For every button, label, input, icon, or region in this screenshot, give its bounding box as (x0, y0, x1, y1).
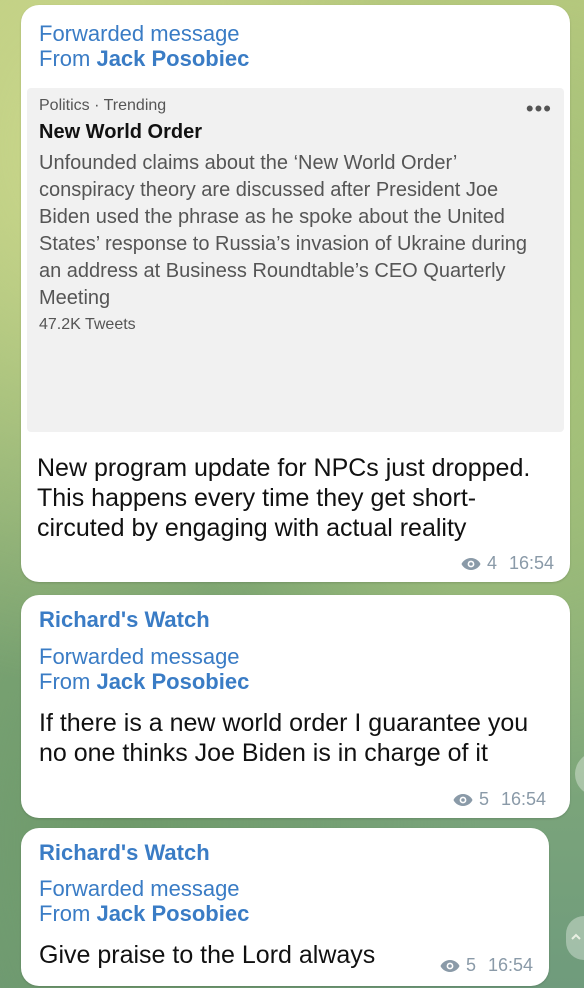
forwarded-header[interactable]: Forwarded message From Jack Posobiec (39, 644, 249, 694)
views-icon (453, 793, 473, 807)
forwarded-header[interactable]: Forwarded message From Jack Posobiec (39, 21, 249, 71)
from-prefix: From (39, 669, 91, 694)
forwarded-header[interactable]: Forwarded message From Jack Posobiec (39, 876, 249, 926)
from-prefix: From (39, 46, 91, 71)
views-count: 5 (478, 789, 489, 809)
channel-name[interactable]: Richard's Watch (39, 840, 210, 866)
message-text: Give praise to the Lord always (39, 941, 376, 969)
card-body: Unfounded claims about the ‘New World Or… (39, 152, 528, 309)
message-text: If there is a new world order I guarante… (39, 709, 529, 767)
message-bubble[interactable]: Forwarded message From Jack Posobiec Pol… (21, 5, 570, 582)
scroll-down-button[interactable] (566, 916, 584, 960)
from-name[interactable]: Jack Posobiec (96, 669, 249, 694)
card-title: New World Order (39, 121, 202, 143)
more-options-icon[interactable]: ••• (526, 96, 552, 122)
forwarded-label: Forwarded message (39, 21, 240, 46)
forwarded-label: Forwarded message (39, 644, 240, 669)
message-time: 16:54 (487, 955, 533, 975)
views-count: 5 (465, 955, 476, 975)
forwarded-from[interactable]: From Jack Posobiec (39, 669, 249, 694)
message-time: 16:54 (500, 789, 546, 809)
card-category: Politics · Trending (39, 97, 167, 114)
share-button[interactable] (575, 752, 584, 796)
card-tweet-count: 47.2K Tweets (39, 316, 136, 333)
from-prefix: From (39, 901, 91, 926)
views-icon (440, 959, 460, 973)
trending-card[interactable]: Politics · Trending New World Order Unfo… (27, 88, 564, 432)
forwarded-from[interactable]: From Jack Posobiec (39, 901, 249, 926)
forwarded-label: Forwarded message (39, 876, 240, 901)
views-icon (461, 557, 481, 571)
from-name[interactable]: Jack Posobiec (96, 901, 249, 926)
views-count: 4 (486, 553, 497, 573)
message-meta: 5 16:54 (453, 789, 546, 810)
message-meta: 5 16:54 (440, 955, 533, 976)
from-name[interactable]: Jack Posobiec (96, 46, 249, 71)
message-meta: 4 16:54 (461, 553, 554, 574)
message-time: 16:54 (508, 553, 554, 573)
message-bubble[interactable]: Richard's Watch Forwarded message From J… (21, 828, 549, 986)
channel-name[interactable]: Richard's Watch (39, 607, 210, 633)
chevron-up-icon (570, 930, 582, 948)
forwarded-from[interactable]: From Jack Posobiec (39, 46, 249, 71)
message-text: New program update for NPCs just dropped… (37, 454, 531, 542)
message-bubble[interactable]: Richard's Watch Forwarded message From J… (21, 595, 570, 818)
